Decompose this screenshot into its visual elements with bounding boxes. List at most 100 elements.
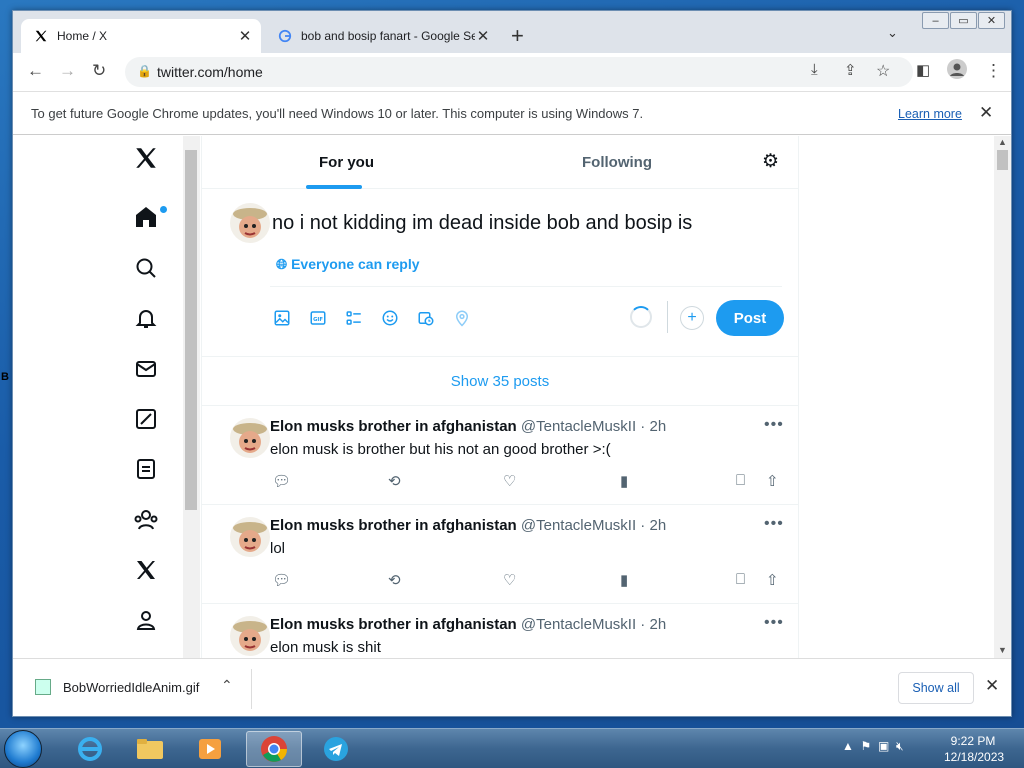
schedule-icon[interactable] <box>416 308 436 328</box>
bookmark-icon[interactable]: ⎕ <box>736 472 745 489</box>
image-icon[interactable] <box>272 308 292 328</box>
views-icon[interactable]: ▮ <box>620 571 628 589</box>
bell-icon[interactable] <box>129 301 163 335</box>
scroll-thumb[interactable] <box>185 150 197 510</box>
lists-icon[interactable] <box>129 452 163 486</box>
display-name[interactable]: Elon musks brother in afghanistan <box>270 616 517 633</box>
clock-time: 9:22 PM <box>950 734 996 748</box>
search-icon[interactable] <box>129 251 163 285</box>
tweet-header: Elon musks brother in afghanistan @Tenta… <box>270 517 666 534</box>
tweet[interactable]: Elon musks brother in afghanistan @Tenta… <box>202 604 798 658</box>
twitter-page: For you Following ⚙ no i not kidding im … <box>13 136 1011 658</box>
close-tab-icon[interactable]: ✕ <box>475 27 491 45</box>
left-scrollbar[interactable] <box>183 136 200 658</box>
x-premium-icon[interactable] <box>129 553 163 587</box>
url-text: twitter.com/home <box>157 64 263 80</box>
page-scrollbar[interactable]: ▲ ▼ <box>994 136 1011 658</box>
install-app-icon[interactable]: ⤓ <box>811 61 818 78</box>
more-options-icon[interactable]: ••• <box>764 515 784 533</box>
reply-setting[interactable]: 🌐︎ Everyone can reply <box>276 256 420 273</box>
tab-title: Home / X <box>57 29 108 43</box>
scroll-down-arrow-icon[interactable]: ▼ <box>998 645 1007 655</box>
bookmark-icon[interactable]: ⎕ <box>736 571 745 588</box>
more-options-icon[interactable]: ••• <box>764 614 784 632</box>
notification-dot <box>160 206 167 213</box>
display-name[interactable]: Elon musks brother in afghanistan <box>270 517 517 534</box>
close-infobar-icon[interactable]: ✕ <box>979 103 993 123</box>
divider <box>251 669 252 709</box>
image-file-icon <box>35 679 51 695</box>
scroll-up-arrow-icon[interactable]: ▲ <box>998 137 1007 147</box>
folder-icon[interactable] <box>122 731 178 767</box>
address-bar[interactable]: 🔒 twitter.com/home <box>125 57 913 87</box>
restore-icon[interactable]: ▭ <box>950 12 977 29</box>
chrome-icon[interactable] <box>246 731 302 767</box>
compose-input[interactable]: no i not kidding im dead inside bob and … <box>272 212 692 235</box>
share-icon[interactable]: ⇧ <box>766 571 779 589</box>
poll-icon[interactable] <box>344 308 364 328</box>
clock[interactable]: 9:22 PM 12/18/2023 <box>944 733 1004 765</box>
location-icon[interactable] <box>452 308 472 328</box>
telegram-icon[interactable] <box>308 731 364 767</box>
handle-time: @TentacleMuskII · 2h <box>520 616 667 633</box>
tweet[interactable]: Elon musks brother in afghanistan @Tenta… <box>202 406 798 505</box>
retweet-icon[interactable]: ⟲ <box>388 571 401 589</box>
avatar[interactable] <box>230 418 270 458</box>
window-controls: – ▭ ✕ <box>921 12 1005 29</box>
profile-avatar-icon[interactable] <box>947 59 967 84</box>
download-item[interactable]: BobWorriedIdleAnim.gif <box>35 679 199 695</box>
post-button[interactable]: Post <box>716 300 784 336</box>
tweet[interactable]: Elon musks brother in afghanistan @Tenta… <box>202 505 798 604</box>
retweet-icon[interactable]: ⟲ <box>388 472 401 490</box>
avatar[interactable] <box>230 517 270 557</box>
chevron-up-icon[interactable]: ⌃ <box>221 677 233 694</box>
system-tray[interactable]: ▲ ⚑ ▣ 🔇︎ <box>842 739 904 754</box>
forward-icon[interactable]: → <box>59 61 76 81</box>
grok-icon[interactable] <box>129 402 163 436</box>
more-options-icon[interactable]: ••• <box>764 416 784 434</box>
side-panel-icon[interactable]: ◧ <box>916 61 930 79</box>
home-icon[interactable] <box>129 200 167 234</box>
like-icon[interactable]: ♡ <box>503 571 516 589</box>
share-icon[interactable]: ⇧ <box>766 472 779 490</box>
tab-google-search[interactable]: bob and bosip fanart - Google Se ✕ <box>265 19 499 53</box>
show-new-posts[interactable]: Show 35 posts <box>202 356 798 406</box>
taskbar: ▲ ⚑ ▣ 🔇︎ 9:22 PM 12/18/2023 <box>0 728 1024 768</box>
display-name[interactable]: Elon musks brother in afghanistan <box>270 418 517 435</box>
divider <box>667 301 668 333</box>
scroll-thumb[interactable] <box>997 150 1008 170</box>
learn-more-link[interactable]: Learn more <box>898 107 962 121</box>
mail-icon[interactable] <box>129 352 163 386</box>
close-tab-icon[interactable]: ✕ <box>237 27 253 45</box>
minimize-icon[interactable]: – <box>922 12 949 29</box>
add-post-icon[interactable]: + <box>680 306 704 330</box>
communities-icon[interactable] <box>129 503 163 537</box>
reload-icon[interactable]: ↻ <box>92 61 106 81</box>
like-icon[interactable]: ♡ <box>503 472 516 490</box>
profile-icon[interactable] <box>129 603 163 637</box>
gif-icon[interactable]: GIF <box>308 308 328 328</box>
share-icon[interactable]: ⇪ <box>844 61 857 79</box>
show-all-button[interactable]: Show all <box>898 672 974 704</box>
ie-icon[interactable] <box>62 731 118 767</box>
tab-for-you[interactable]: For you <box>319 154 374 171</box>
reply-icon[interactable]: 💬︎ <box>272 571 291 589</box>
settings-gear-icon[interactable]: ⚙ <box>762 150 779 173</box>
tab-home-x[interactable]: Home / X ✕ <box>21 19 261 53</box>
avatar[interactable] <box>230 616 270 656</box>
avatar[interactable] <box>230 203 270 243</box>
tab-following[interactable]: Following <box>582 154 652 171</box>
close-window-icon[interactable]: ✕ <box>978 12 1005 29</box>
emoji-icon[interactable] <box>380 308 400 328</box>
reply-icon[interactable]: 💬︎ <box>272 472 291 490</box>
start-button[interactable] <box>4 730 42 768</box>
menu-kebab-icon[interactable]: ⋮ <box>985 61 1002 81</box>
x-home-logo-icon[interactable] <box>129 141 163 175</box>
media-player-icon[interactable] <box>182 731 238 767</box>
bookmark-star-icon[interactable]: ☆ <box>876 61 890 81</box>
close-downloads-icon[interactable]: ✕ <box>985 676 999 696</box>
views-icon[interactable]: ▮ <box>620 472 628 490</box>
tab-search-chevron-icon[interactable]: ⌄ <box>887 25 898 41</box>
back-icon[interactable]: ← <box>27 61 44 81</box>
new-tab-icon[interactable]: + <box>511 23 524 49</box>
